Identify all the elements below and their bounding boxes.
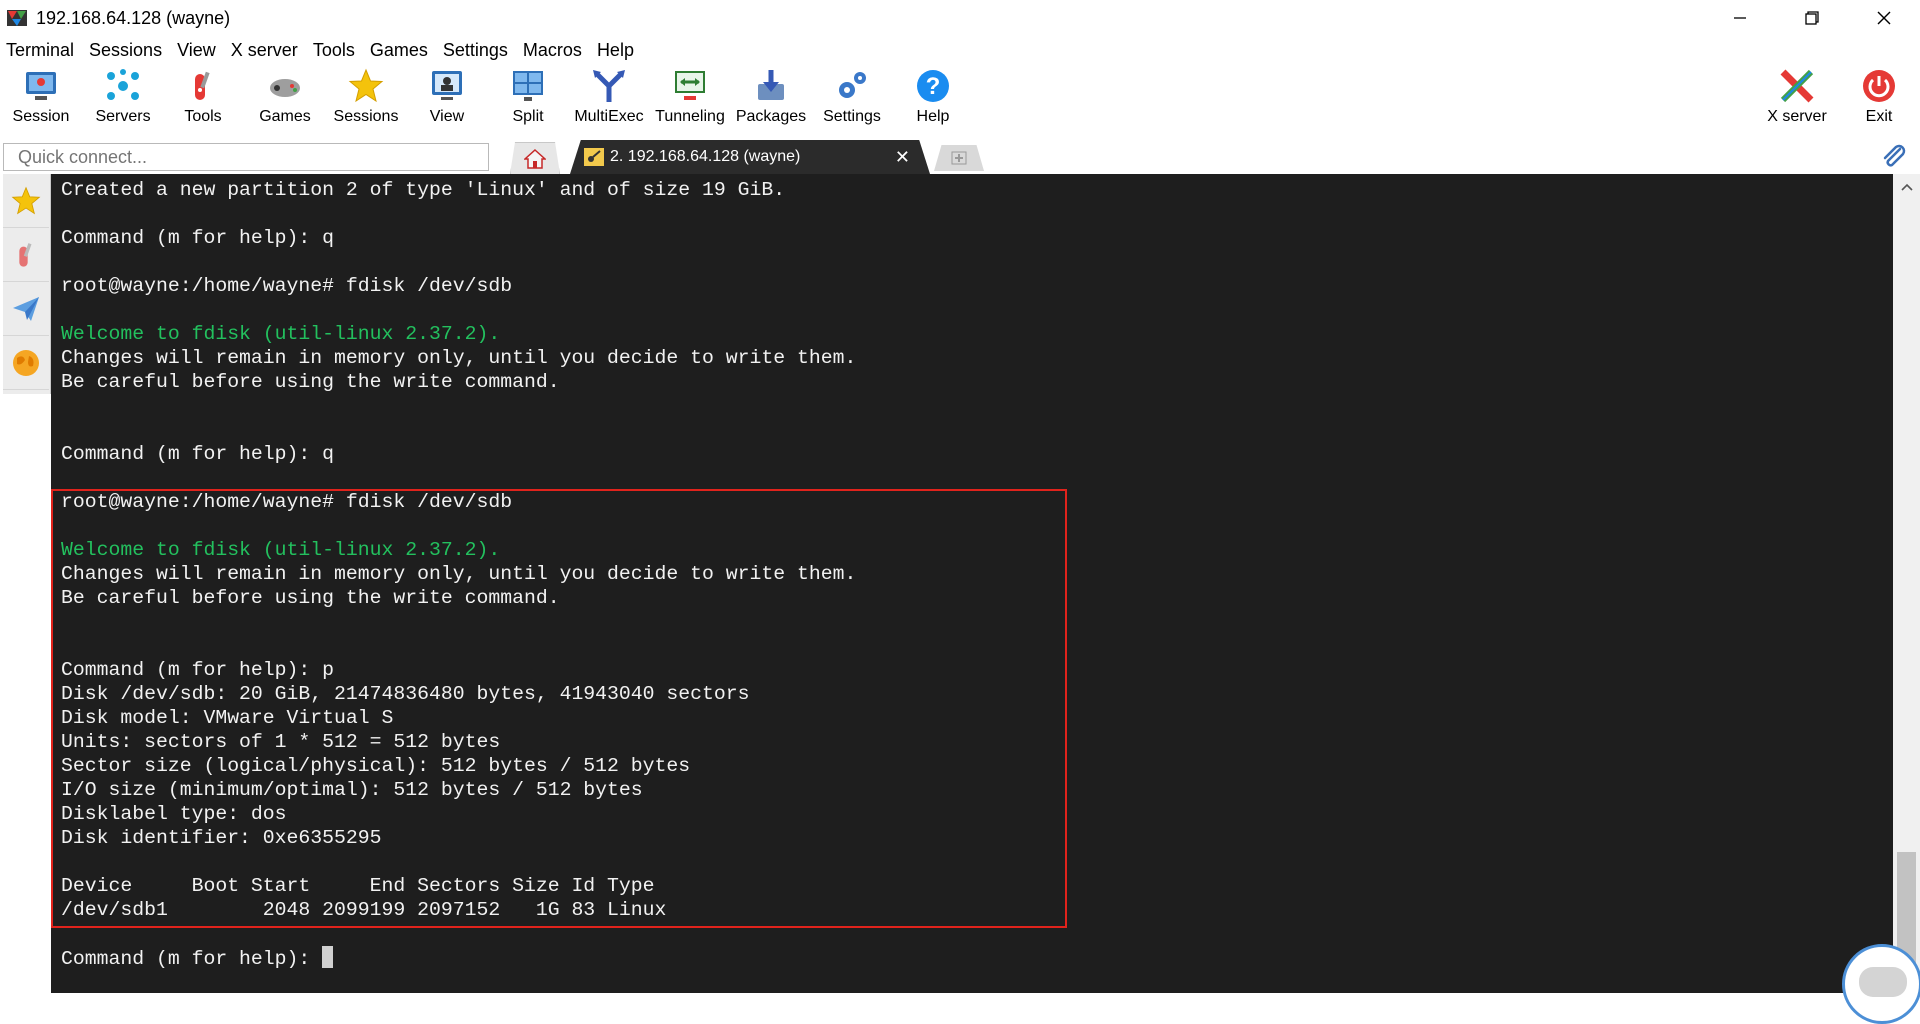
view-button[interactable]: View bbox=[406, 64, 488, 130]
terminal-line: Command (m for help): q bbox=[61, 443, 335, 465]
new-tab-button[interactable] bbox=[934, 145, 984, 171]
gears-icon bbox=[839, 72, 866, 98]
star-icon bbox=[348, 68, 384, 103]
terminal-line: Be careful before using the write comman… bbox=[61, 371, 560, 393]
servers-network-icon bbox=[107, 69, 139, 100]
star-icon bbox=[11, 186, 41, 214]
terminal-line: Welcome to fdisk (util-linux 2.37.2). bbox=[61, 323, 501, 345]
chevron-up-icon bbox=[1900, 183, 1913, 191]
terminal-area[interactable]: Created a new partition 2 of type 'Linux… bbox=[51, 174, 1893, 993]
settings-button[interactable]: Settings bbox=[811, 64, 893, 130]
session-tab-label: 2. 192.168.64.128 (wayne) bbox=[610, 148, 801, 165]
paper-plane-icon bbox=[13, 296, 39, 321]
terminal-line: Created a new partition 2 of type 'Linux… bbox=[61, 179, 786, 201]
ssh-key-icon bbox=[584, 148, 604, 166]
minimize-icon bbox=[1734, 17, 1746, 19]
terminal-prompt: Command (m for help): bbox=[61, 948, 323, 970]
terminal-scrollbar[interactable] bbox=[1893, 174, 1920, 993]
home-icon bbox=[524, 148, 546, 169]
close-window-button[interactable] bbox=[1848, 0, 1920, 36]
help-button[interactable]: ? Help bbox=[892, 64, 974, 130]
gamepad-icon bbox=[270, 79, 300, 97]
menu-settings[interactable]: Settings bbox=[437, 40, 514, 61]
plus-icon bbox=[951, 151, 967, 165]
floating-assistant-widget[interactable] bbox=[1842, 944, 1920, 1024]
restore-icon bbox=[1805, 11, 1819, 25]
x-server-button[interactable]: X server bbox=[1756, 64, 1838, 130]
mobaxterm-logo-icon bbox=[7, 10, 27, 26]
terminal-line: Command (m for help): q bbox=[61, 227, 335, 249]
menu-sessions[interactable]: Sessions bbox=[83, 40, 168, 61]
x-server-icon bbox=[1780, 69, 1814, 103]
view-monitor-icon bbox=[432, 71, 462, 100]
sidebar-sftp[interactable] bbox=[3, 336, 49, 390]
packages-button[interactable]: Packages bbox=[730, 64, 812, 130]
fork-arrows-icon bbox=[593, 70, 625, 102]
menu-view[interactable]: View bbox=[171, 40, 222, 61]
close-tab-icon[interactable]: ✕ bbox=[895, 147, 910, 168]
highlight-annotation-box bbox=[51, 489, 1067, 928]
sidebar-sessions[interactable] bbox=[3, 174, 49, 228]
title-bar: 192.168.64.128 (wayne) bbox=[0, 0, 1920, 36]
terminal-cursor bbox=[322, 946, 334, 968]
terminal-line: Changes will remain in memory only, unti… bbox=[61, 347, 857, 369]
tunneling-button[interactable]: Tunneling bbox=[649, 64, 731, 130]
servers-button[interactable]: Servers bbox=[82, 64, 164, 130]
split-screen-icon bbox=[513, 71, 543, 101]
monitor-session-icon bbox=[26, 72, 56, 100]
scroll-up-button[interactable] bbox=[1893, 174, 1920, 200]
exit-button[interactable]: Exit bbox=[1838, 64, 1920, 130]
window-title: 192.168.64.128 (wayne) bbox=[36, 7, 231, 28]
globe-icon bbox=[13, 349, 39, 376]
paperclip-icon[interactable] bbox=[1880, 143, 1908, 171]
tools-button[interactable]: Tools bbox=[162, 64, 244, 130]
tab-ssh-session[interactable]: 2. 192.168.64.128 (wayne) ✕ bbox=[570, 140, 930, 174]
terminal-line: root@wayne:/home/wayne# fdisk /dev/sdb bbox=[61, 275, 513, 297]
menu-tools[interactable]: Tools bbox=[307, 40, 361, 61]
sessions-button[interactable]: Sessions bbox=[325, 64, 407, 130]
tab-row: 2. 192.168.64.128 (wayne) ✕ bbox=[0, 140, 1920, 174]
close-icon bbox=[1877, 11, 1891, 25]
restore-button[interactable] bbox=[1776, 0, 1848, 36]
package-download-icon bbox=[758, 70, 784, 100]
menu-games[interactable]: Games bbox=[364, 40, 434, 61]
games-button[interactable]: Games bbox=[244, 64, 326, 130]
terminal-prompt-line[interactable]: Command (m for help): bbox=[61, 946, 856, 970]
menu-terminal[interactable]: Terminal bbox=[0, 40, 80, 61]
toolbar: Session Servers Tools Games Sessions Vie… bbox=[0, 64, 1920, 130]
menu-x-server[interactable]: X server bbox=[225, 40, 304, 61]
help-question-icon: ? bbox=[917, 70, 949, 102]
swiss-knife-icon bbox=[195, 71, 210, 100]
sidebar-macros[interactable] bbox=[3, 282, 49, 336]
split-button[interactable]: Split bbox=[487, 64, 569, 130]
multiexec-button[interactable]: MultiExec bbox=[568, 64, 650, 130]
minimize-button[interactable] bbox=[1704, 0, 1776, 36]
svg-text:?: ? bbox=[926, 73, 941, 100]
sidebar-tools[interactable] bbox=[3, 228, 49, 282]
menu-bar: Terminal Sessions View X server Tools Ga… bbox=[0, 36, 1920, 64]
tunnel-arrows-icon bbox=[675, 71, 705, 100]
menu-help[interactable]: Help bbox=[591, 40, 640, 61]
home-tab[interactable] bbox=[510, 142, 560, 174]
left-sidebar bbox=[3, 174, 51, 394]
swiss-knife-icon bbox=[19, 242, 32, 267]
menu-macros[interactable]: Macros bbox=[517, 40, 588, 61]
power-icon bbox=[1863, 70, 1895, 102]
quick-connect-input[interactable] bbox=[3, 143, 489, 171]
session-button[interactable]: Session bbox=[0, 64, 82, 130]
